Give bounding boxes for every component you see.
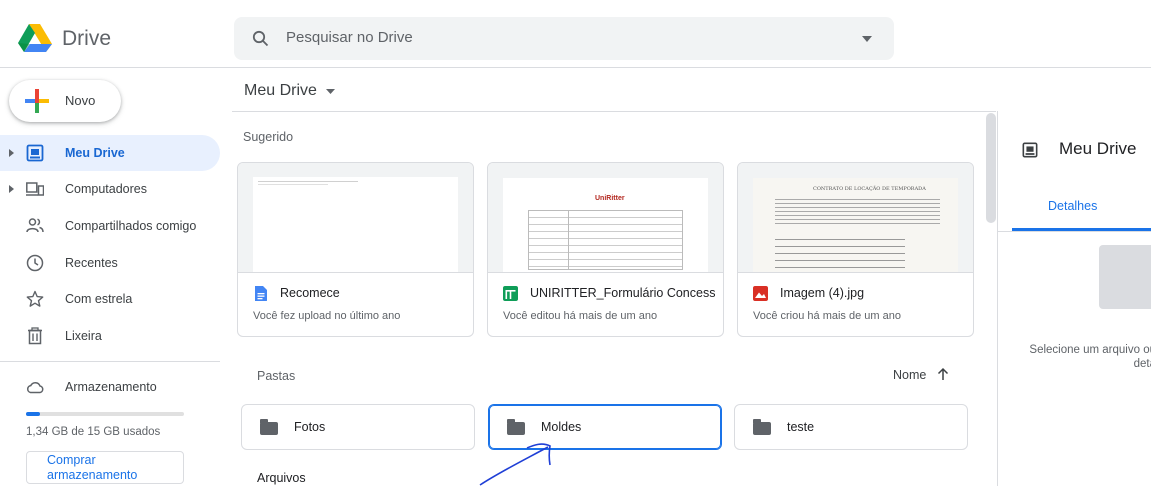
sidebar-item-trash[interactable]: Lixeira bbox=[0, 318, 220, 354]
image-icon bbox=[753, 286, 768, 301]
sidebar-item-computers[interactable]: Computadores bbox=[0, 171, 220, 207]
annotation-arrow bbox=[479, 443, 551, 486]
sidebar-item-label: Com estrela bbox=[65, 292, 133, 306]
storage-usage-text: 1,34 GB de 15 GB usados bbox=[26, 426, 161, 438]
folder-name: Fotos bbox=[294, 420, 326, 434]
sidebar-divider bbox=[0, 361, 220, 362]
search-input[interactable]: Pesquisar no Drive bbox=[286, 29, 413, 46]
details-title: Meu Drive bbox=[1059, 139, 1137, 158]
star-icon bbox=[26, 290, 44, 307]
new-button-label: Novo bbox=[65, 93, 96, 108]
main-scrollbar[interactable] bbox=[986, 113, 996, 223]
folders-heading: Pastas bbox=[257, 369, 296, 383]
expand-caret-icon[interactable] bbox=[9, 185, 14, 193]
sidebar-item-label: Lixeira bbox=[65, 329, 102, 343]
new-button[interactable]: Novo bbox=[9, 80, 121, 122]
title-divider bbox=[232, 111, 996, 112]
buy-storage-label-2: armazenamento bbox=[47, 468, 138, 482]
sidebar-item-recent[interactable]: Recentes bbox=[0, 245, 220, 281]
sidebar-item-label: Meu Drive bbox=[65, 146, 125, 160]
buy-storage-button[interactable]: Comprar armazenamento bbox=[26, 451, 184, 484]
storage-label: Armazenamento bbox=[65, 380, 157, 394]
storage-progress-bar bbox=[26, 412, 184, 416]
folder-name: teste bbox=[787, 420, 815, 434]
folder-teste[interactable]: teste bbox=[734, 404, 968, 450]
file-activity: Você criou há mais de um ano bbox=[753, 310, 901, 322]
file-activity: Você fez upload no último ano bbox=[253, 310, 401, 322]
file-activity: Você editou há mais de um ano bbox=[503, 310, 658, 322]
suggested-card-imagem[interactable]: CONTRATO DE LOCAÇÃO DE TEMPORADA Imagem … bbox=[737, 162, 974, 337]
sidebar-item-label: Computadores bbox=[65, 182, 147, 196]
details-hint: Selecione um arquivo ou deta bbox=[1016, 343, 1151, 371]
sidebar-item-shared[interactable]: Compartilhados comigo bbox=[0, 208, 220, 244]
sidebar-item-label: Compartilhados comigo bbox=[65, 219, 197, 233]
cloud-icon bbox=[27, 382, 44, 394]
details-hint-line-2: deta bbox=[1133, 358, 1151, 370]
trash-icon bbox=[28, 327, 42, 345]
docs-icon bbox=[255, 286, 267, 301]
app-name[interactable]: Drive bbox=[62, 27, 111, 51]
thumbnail-heading: CONTRATO DE LOCAÇÃO DE TEMPORADA bbox=[813, 186, 926, 192]
search-icon[interactable] bbox=[252, 30, 269, 47]
search-box[interactable]: Pesquisar no Drive bbox=[234, 17, 894, 60]
file-name: Recomece bbox=[280, 286, 340, 300]
my-drive-icon bbox=[1022, 142, 1038, 158]
expand-caret-icon[interactable] bbox=[9, 149, 14, 157]
computers-icon bbox=[26, 182, 44, 196]
drive-logo-icon[interactable] bbox=[18, 24, 52, 52]
suggested-card-recomece[interactable]: Recomece Você fez upload no último ano bbox=[237, 162, 474, 337]
details-placeholder-illustration bbox=[1099, 245, 1151, 309]
thumbnail-brand: UniRitter bbox=[595, 195, 625, 202]
storage-progress-fill bbox=[26, 412, 41, 416]
my-drive-icon bbox=[26, 144, 44, 162]
suggested-card-uniritter[interactable]: UniRitter UNIRITTER_Formulário Concess..… bbox=[487, 162, 724, 337]
top-bar: Drive Pesquisar no Drive bbox=[0, 0, 1151, 68]
file-thumbnail: CONTRATO DE LOCAÇÃO DE TEMPORADA bbox=[738, 163, 973, 273]
sidebar-item-starred[interactable]: Com estrela bbox=[0, 281, 220, 317]
details-panel-divider bbox=[997, 111, 998, 486]
suggested-heading: Sugerido bbox=[243, 130, 294, 144]
shared-icon bbox=[26, 218, 44, 233]
sheets-icon bbox=[503, 286, 518, 301]
sort-by-name-button[interactable]: Nome bbox=[893, 368, 926, 382]
file-thumbnail: UniRitter bbox=[488, 163, 723, 273]
folder-icon bbox=[260, 419, 278, 435]
page-title[interactable]: Meu Drive bbox=[244, 82, 317, 100]
files-heading: Arquivos bbox=[257, 471, 306, 485]
tabs-divider bbox=[998, 231, 1151, 232]
search-options-icon[interactable] bbox=[862, 36, 872, 42]
file-name: Imagem (4).jpg bbox=[780, 286, 865, 300]
folder-icon bbox=[753, 419, 771, 435]
sidebar-item-my-drive[interactable]: Meu Drive bbox=[0, 135, 220, 171]
clock-icon bbox=[26, 254, 44, 272]
plus-icon bbox=[25, 89, 49, 113]
folder-fotos[interactable]: Fotos bbox=[241, 404, 475, 450]
tab-details[interactable]: Detalhes bbox=[1048, 199, 1097, 213]
sidebar-item-label: Recentes bbox=[65, 256, 118, 270]
sidebar-item-storage[interactable]: Armazenamento bbox=[0, 369, 220, 405]
title-dropdown-icon[interactable] bbox=[326, 89, 335, 94]
details-hint-line-1: Selecione um arquivo ou bbox=[1029, 344, 1151, 356]
buy-storage-label-1: Comprar bbox=[47, 453, 96, 467]
sort-ascending-icon[interactable] bbox=[937, 367, 949, 381]
file-name: UNIRITTER_Formulário Concess... bbox=[530, 286, 715, 300]
file-thumbnail bbox=[238, 163, 473, 273]
